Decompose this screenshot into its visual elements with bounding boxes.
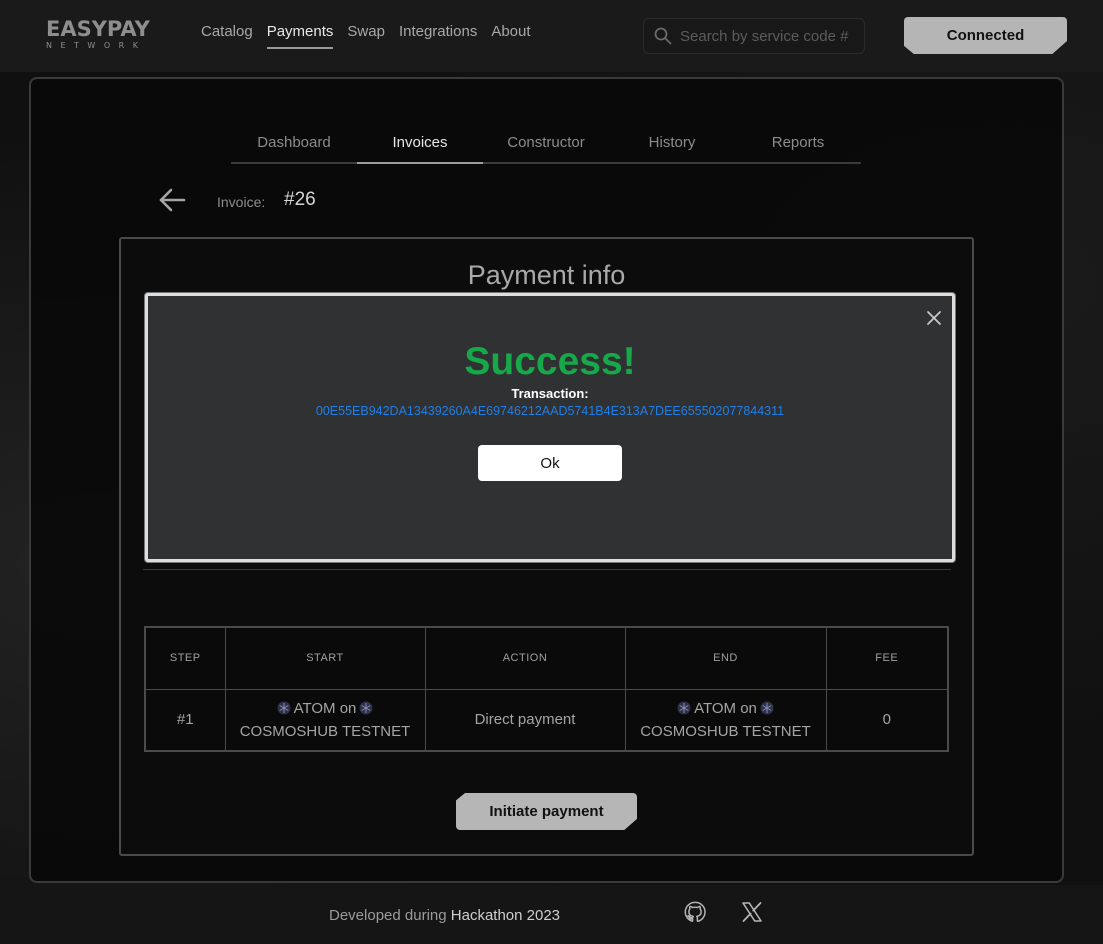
back-arrow-icon[interactable] <box>158 186 186 214</box>
x-icon[interactable] <box>741 901 763 923</box>
nav-swap[interactable]: Swap <box>347 23 385 49</box>
col-start: START <box>224 626 426 690</box>
transaction-label: Transaction: <box>511 386 589 401</box>
search-box <box>643 18 865 54</box>
cell-step: #1 <box>144 688 226 752</box>
initiate-payment-button[interactable]: Initiate payment <box>456 793 637 830</box>
close-icon[interactable] <box>926 310 942 326</box>
tab-reports[interactable]: Reports <box>735 122 861 162</box>
payment-info-title: Payment info <box>467 260 626 290</box>
footer-prefix: Developed during <box>329 907 447 924</box>
divider <box>143 569 951 570</box>
logo[interactable]: EASYPAY NETWORK <box>46 17 150 52</box>
nav-catalog[interactable]: Catalog <box>201 23 253 49</box>
nav-integrations[interactable]: Integrations <box>399 23 477 49</box>
main-nav: Catalog Payments Swap Integrations About <box>201 23 531 49</box>
tab-constructor[interactable]: Constructor <box>483 122 609 162</box>
connected-button[interactable]: Connected <box>904 17 1067 54</box>
nav-about[interactable]: About <box>491 23 530 49</box>
col-end: END <box>624 626 827 690</box>
tab-history[interactable]: History <box>609 122 735 162</box>
table-row: #1 ATOM on COSMOSHUB TESTNET Direct paym… <box>144 688 949 752</box>
footer-text: Developed during Hackathon 2023 <box>329 907 560 924</box>
transaction-hash-link[interactable]: 00E55EB942DA13439260A4E69746212AAD5741B4… <box>148 404 952 418</box>
atom-icon <box>277 700 291 721</box>
col-step: STEP <box>144 626 226 690</box>
col-action: ACTION <box>424 626 626 690</box>
start-token: ATOM on <box>293 699 357 717</box>
success-modal: Success! Transaction: 00E55EB942DA134392… <box>145 293 955 562</box>
sub-tabs: Dashboard Invoices Constructor History R… <box>231 122 861 164</box>
atom-icon <box>359 700 373 721</box>
logo-subtext: NETWORK <box>46 41 147 50</box>
footer-event: Hackathon 2023 <box>450 907 561 924</box>
cell-action: Direct payment <box>424 688 626 752</box>
github-icon[interactable] <box>684 901 706 923</box>
invoice-number: #26 <box>284 189 316 210</box>
end-chain: COSMOSHUB TESTNET <box>640 722 811 740</box>
ok-button[interactable]: Ok <box>478 445 622 481</box>
search-input[interactable] <box>680 27 860 45</box>
success-title: Success! <box>464 340 636 383</box>
end-token: ATOM on <box>694 699 757 717</box>
route-table: STEP START ACTION END FEE #1 ATOM on COS… <box>144 626 949 752</box>
start-chain: COSMOSHUB TESTNET <box>239 722 411 740</box>
cell-fee: 0 <box>825 688 949 752</box>
logo-text: EASYPAY <box>46 17 150 41</box>
tab-dashboard[interactable]: Dashboard <box>231 122 357 162</box>
col-fee: FEE <box>825 626 949 690</box>
nav-payments[interactable]: Payments <box>266 23 334 49</box>
cell-end: ATOM on COSMOSHUB TESTNET <box>624 688 827 752</box>
search-icon <box>654 27 672 45</box>
tab-invoices[interactable]: Invoices <box>357 122 483 164</box>
table-header-row: STEP START ACTION END FEE <box>144 626 949 690</box>
top-header: EASYPAY NETWORK Catalog Payments Swap In… <box>0 0 1103 72</box>
atom-icon <box>760 700 774 721</box>
invoice-label: Invoice: <box>217 194 266 210</box>
atom-icon <box>677 700 691 721</box>
cell-start: ATOM on COSMOSHUB TESTNET <box>224 688 426 752</box>
